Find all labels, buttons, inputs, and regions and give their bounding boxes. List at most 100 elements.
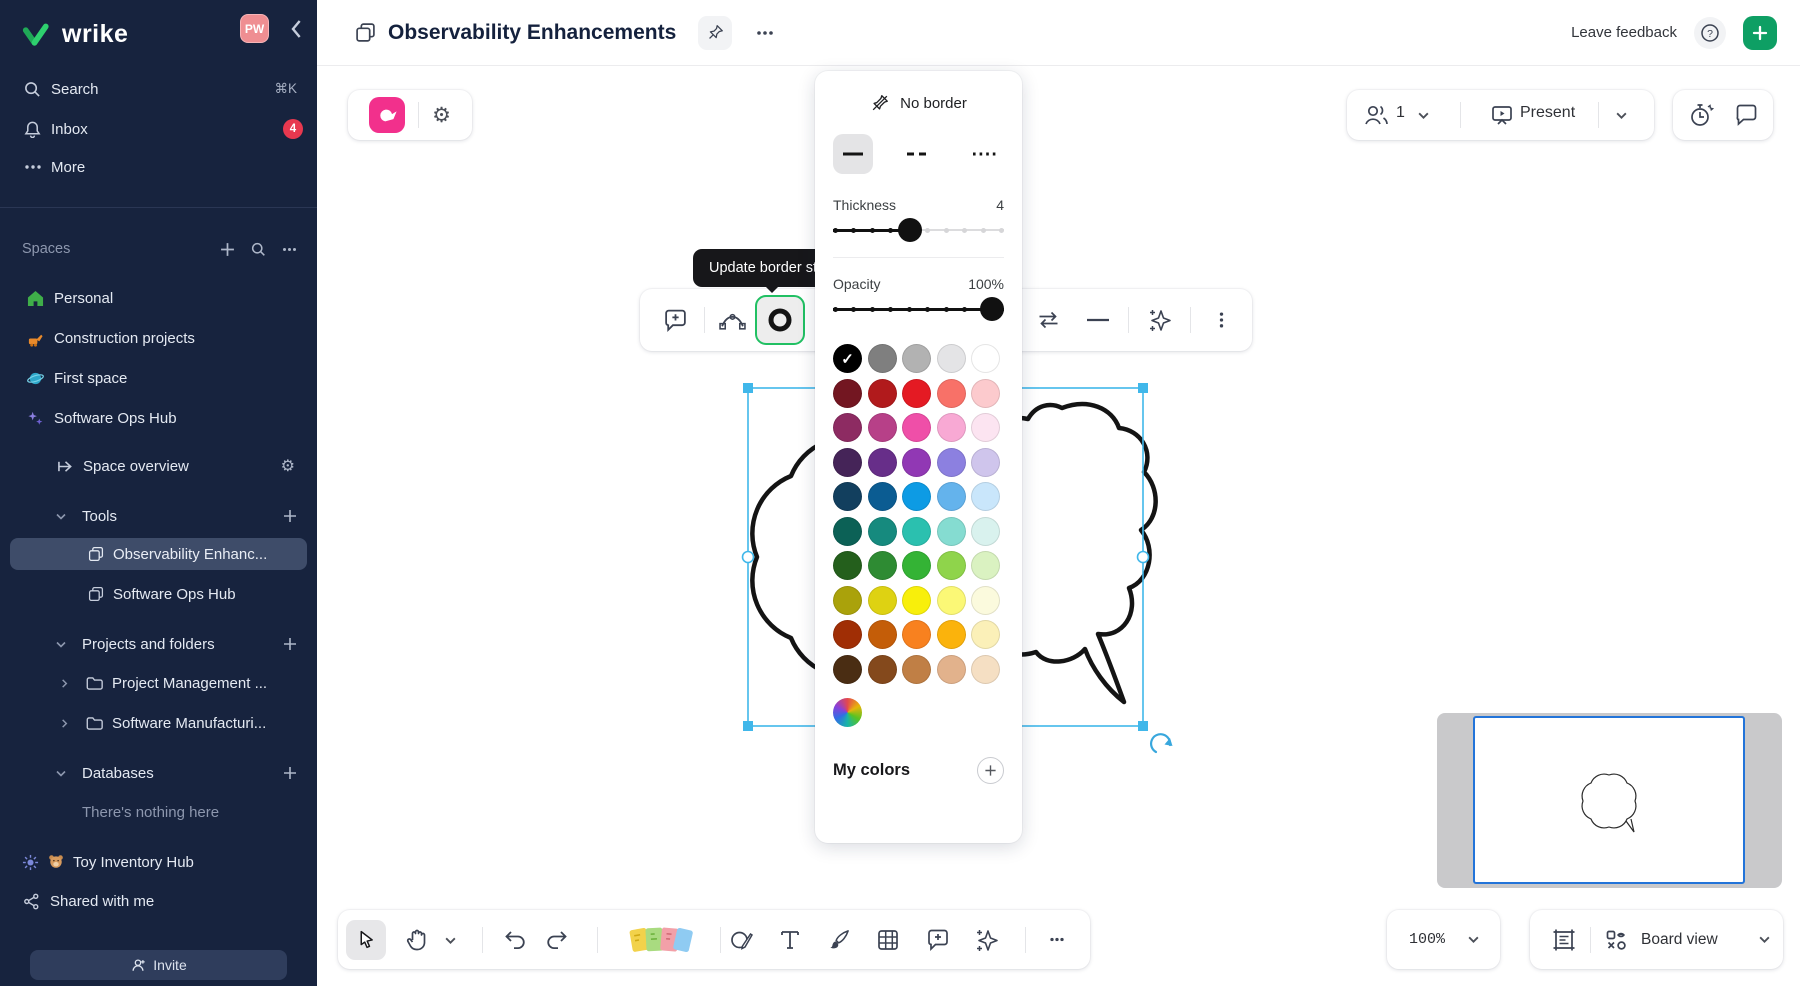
color-swatch[interactable]	[868, 586, 897, 615]
color-swatch[interactable]	[868, 413, 897, 442]
color-swatch[interactable]	[902, 620, 931, 649]
line-style-solid-button[interactable]	[833, 134, 873, 174]
color-swatch[interactable]	[902, 517, 931, 546]
color-swatch[interactable]	[937, 551, 966, 580]
sidebar-item-software-ops-hub-board[interactable]: Software Ops Hub	[0, 579, 317, 609]
slider-thumb[interactable]	[898, 218, 922, 242]
color-swatch[interactable]	[902, 413, 931, 442]
color-swatch[interactable]	[971, 379, 1000, 408]
toolbar-more-button[interactable]	[1040, 910, 1074, 969]
color-swatch[interactable]	[833, 448, 862, 477]
select-tool-button[interactable]	[346, 920, 386, 960]
color-swatch[interactable]	[833, 551, 862, 580]
color-swatch[interactable]	[833, 379, 862, 408]
sidebar-item-toy-inventory-hub[interactable]: Toy Inventory Hub	[0, 847, 317, 877]
avatar[interactable]: PW	[240, 14, 269, 43]
edit-points-button[interactable]	[715, 289, 749, 351]
color-swatch[interactable]	[937, 413, 966, 442]
color-swatch[interactable]	[971, 551, 1000, 580]
swap-shape-button[interactable]	[1030, 289, 1066, 351]
chat-icon[interactable]	[1734, 103, 1759, 127]
selection-handle-e[interactable]	[1138, 552, 1149, 563]
line-style-dashed-button[interactable]	[899, 134, 939, 174]
color-swatch[interactable]	[971, 448, 1000, 477]
color-swatch[interactable]	[833, 620, 862, 649]
color-swatch[interactable]	[868, 344, 897, 373]
color-swatch[interactable]	[868, 551, 897, 580]
sidebar-item-project-management[interactable]: Project Management ...	[0, 668, 317, 698]
spaces-menu-icon[interactable]	[282, 247, 297, 252]
view-chevron-icon[interactable]	[1758, 935, 1771, 944]
sidebar-item-observability-enhancements[interactable]: Observability Enhanc...	[10, 538, 307, 570]
sidebar-item-inbox[interactable]: Inbox 4	[0, 114, 317, 144]
color-swatch[interactable]	[833, 586, 862, 615]
color-swatch[interactable]	[868, 482, 897, 511]
custom-color-picker[interactable]	[833, 698, 862, 727]
selection-handle-sw[interactable]	[743, 721, 753, 731]
color-swatch[interactable]	[937, 655, 966, 684]
color-swatch[interactable]	[833, 482, 862, 511]
color-swatch[interactable]	[937, 448, 966, 477]
undo-button[interactable]	[498, 910, 532, 969]
color-swatch[interactable]	[937, 586, 966, 615]
search-spaces-icon[interactable]	[251, 242, 266, 257]
thickness-slider[interactable]	[833, 217, 1004, 243]
color-swatch[interactable]	[868, 620, 897, 649]
color-swatch[interactable]	[937, 517, 966, 546]
color-swatch[interactable]	[868, 655, 897, 684]
sidebar-item-shared-with-me[interactable]: Shared with me	[0, 886, 317, 916]
line-style-dotted-button[interactable]	[964, 134, 1004, 174]
selection-handle-ne[interactable]	[1138, 383, 1148, 393]
pan-tool-button[interactable]	[400, 910, 434, 969]
color-swatch[interactable]	[833, 517, 862, 546]
color-swatch[interactable]	[868, 517, 897, 546]
view-label[interactable]: Board view	[1641, 931, 1718, 949]
color-swatch[interactable]	[868, 379, 897, 408]
selection-handle-se[interactable]	[1138, 721, 1148, 731]
color-swatch[interactable]	[937, 379, 966, 408]
color-swatch[interactable]	[971, 655, 1000, 684]
present-label[interactable]: Present	[1520, 104, 1575, 122]
presence-button[interactable]	[1363, 103, 1390, 127]
color-swatch[interactable]	[937, 620, 966, 649]
presence-chevron-icon[interactable]	[1417, 111, 1430, 120]
add-project-icon[interactable]	[283, 637, 297, 651]
color-swatch[interactable]	[902, 448, 931, 477]
color-swatch[interactable]	[902, 344, 931, 373]
sidebar-item-more[interactable]: More	[0, 152, 317, 182]
redo-button[interactable]	[540, 910, 574, 969]
opacity-slider[interactable]	[833, 296, 1004, 322]
help-button[interactable]: ?	[1694, 17, 1726, 49]
timer-icon[interactable]	[1688, 102, 1714, 128]
color-swatch[interactable]	[937, 482, 966, 511]
leave-feedback-link[interactable]: Leave feedback	[1571, 24, 1677, 41]
create-new-button[interactable]	[1743, 16, 1777, 50]
sidebar-section-databases[interactable]: Databases	[0, 758, 317, 788]
color-swatch[interactable]	[971, 586, 1000, 615]
shapes-tool-button[interactable]	[724, 910, 758, 969]
more-options-button[interactable]	[1204, 289, 1238, 351]
sidebar-item-search[interactable]: Search ⌘K	[0, 74, 317, 104]
sidebar-item-software-manufacturing[interactable]: Software Manufacturi...	[0, 708, 317, 738]
wrike-logo-text[interactable]: wrike	[62, 20, 128, 49]
table-tool-button[interactable]	[871, 910, 905, 969]
color-swatch[interactable]	[902, 586, 931, 615]
sidebar-collapse-button[interactable]	[289, 18, 305, 40]
board-settings-gear-icon[interactable]: ⚙	[432, 103, 451, 128]
sidebar-item-first-space[interactable]: First space	[0, 363, 317, 393]
sidebar-item-construction-projects[interactable]: Construction projects	[0, 323, 317, 353]
color-swatch-selected[interactable]: ✓	[833, 344, 862, 373]
comment-tool-button[interactable]	[921, 910, 955, 969]
sidebar-item-space-overview[interactable]: Space overview ⚙	[0, 451, 317, 481]
slider-thumb[interactable]	[980, 297, 1004, 321]
minimap[interactable]	[1437, 713, 1782, 888]
border-style-button[interactable]	[755, 295, 805, 345]
add-my-color-button[interactable]	[977, 757, 1004, 784]
color-swatch[interactable]	[971, 620, 1000, 649]
sidebar-section-projects-folders[interactable]: Projects and folders	[0, 629, 317, 659]
add-space-icon[interactable]	[220, 242, 235, 257]
color-swatch[interactable]	[937, 344, 966, 373]
add-tool-icon[interactable]	[283, 509, 297, 523]
zoom-control[interactable]: 100%	[1387, 910, 1500, 969]
klaxoon-app-icon[interactable]	[369, 97, 405, 133]
